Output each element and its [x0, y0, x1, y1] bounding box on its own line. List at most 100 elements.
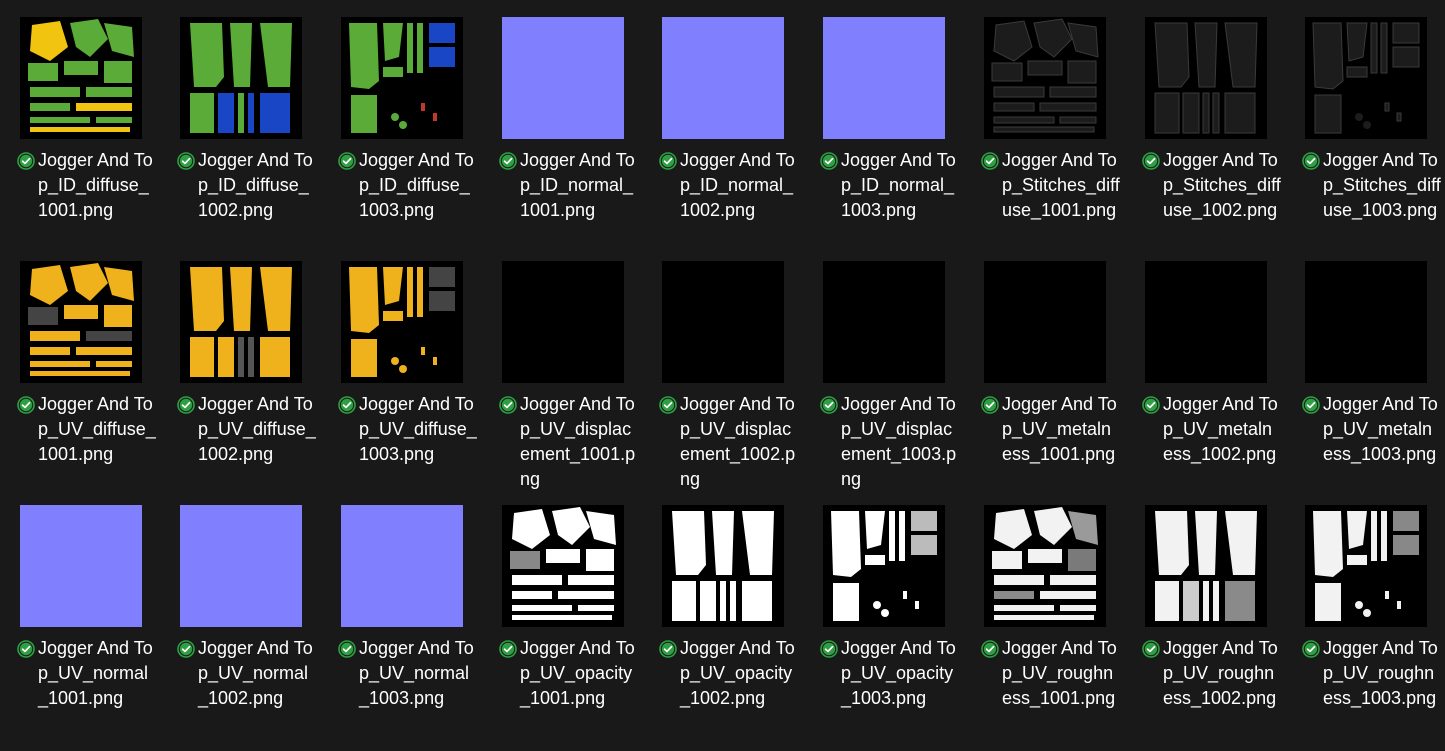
file-item[interactable]: Jogger And Top_ID_diffuse_1002.png [177, 17, 340, 257]
file-item[interactable]: Jogger And Top_UV_normal_1002.png [177, 505, 340, 745]
file-name-label: Jogger And Top_UV_metalness_1003.png [1323, 394, 1438, 464]
file-thumbnail[interactable] [1145, 505, 1267, 627]
sync-check-icon [17, 152, 35, 170]
sync-check-icon [177, 396, 195, 414]
thumbnail-graphic [984, 17, 1106, 139]
thumbnail-graphic [180, 505, 302, 627]
thumbnail-graphic [20, 505, 142, 627]
file-thumbnail[interactable] [662, 17, 784, 139]
sync-check-icon [820, 640, 838, 658]
file-thumbnail[interactable] [502, 505, 624, 627]
file-grid: Jogger And Top_ID_diffuse_1001.png Jogger… [0, 0, 1445, 751]
file-name-label: Jogger And Top_UV_roughness_1002.png [1163, 638, 1278, 708]
sync-check-icon [338, 640, 356, 658]
file-thumbnail[interactable] [823, 261, 945, 383]
file-thumbnail[interactable] [180, 261, 302, 383]
file-item[interactable]: Jogger And Top_UV_metalness_1003.png [1302, 261, 1445, 501]
file-thumbnail[interactable] [20, 261, 142, 383]
sync-check-icon [17, 640, 35, 658]
thumbnail-graphic [823, 17, 945, 139]
file-name-label: Jogger And Top_UV_diffuse_1002.png [198, 394, 316, 464]
file-item[interactable]: Jogger And Top_UV_displacement_1002.png [659, 261, 822, 501]
file-item[interactable]: Jogger And Top_ID_normal_1001.png [499, 17, 662, 257]
sync-check-icon [820, 152, 838, 170]
file-thumbnail[interactable] [1305, 505, 1427, 627]
file-thumbnail[interactable] [341, 261, 463, 383]
thumbnail-graphic [180, 261, 302, 383]
thumbnail-graphic [823, 261, 945, 383]
file-item[interactable]: Jogger And Top_ID_diffuse_1003.png [338, 17, 501, 257]
file-item[interactable]: Jogger And Top_UV_diffuse_1002.png [177, 261, 340, 501]
file-name-label: Jogger And Top_ID_diffuse_1001.png [38, 150, 153, 220]
file-thumbnail[interactable] [984, 17, 1106, 139]
file-thumbnail[interactable] [180, 17, 302, 139]
thumbnail-graphic [984, 261, 1106, 383]
file-item[interactable]: Jogger And Top_ID_diffuse_1001.png [17, 17, 180, 257]
file-thumbnail[interactable] [662, 261, 784, 383]
file-name-label: Jogger And Top_Stitches_diffuse_1002.png [1163, 150, 1281, 220]
file-name-label: Jogger And Top_UV_normal_1001.png [38, 638, 153, 708]
file-thumbnail[interactable] [180, 505, 302, 627]
sync-check-icon [1142, 152, 1160, 170]
file-item[interactable]: Jogger And Top_UV_metalness_1001.png [981, 261, 1144, 501]
sync-check-icon [499, 640, 517, 658]
thumbnail-graphic [20, 261, 142, 383]
file-name-label: Jogger And Top_UV_opacity_1002.png [680, 638, 795, 708]
file-item[interactable]: Jogger And Top_UV_roughness_1001.png [981, 505, 1144, 745]
file-thumbnail[interactable] [984, 261, 1106, 383]
file-thumbnail[interactable] [341, 17, 463, 139]
thumbnail-graphic [502, 505, 624, 627]
sync-check-icon [1302, 152, 1320, 170]
thumbnail-graphic [341, 261, 463, 383]
file-thumbnail[interactable] [662, 505, 784, 627]
sync-check-icon [659, 396, 677, 414]
file-name-label: Jogger And Top_UV_normal_1003.png [359, 638, 474, 708]
sync-check-icon [981, 152, 999, 170]
file-item[interactable]: Jogger And Top_UV_roughness_1002.png [1142, 505, 1305, 745]
file-item[interactable]: Jogger And Top_UV_diffuse_1003.png [338, 261, 501, 501]
file-thumbnail[interactable] [984, 505, 1106, 627]
file-name-label: Jogger And Top_UV_roughness_1003.png [1323, 638, 1438, 708]
file-thumbnail[interactable] [1305, 17, 1427, 139]
file-thumbnail[interactable] [20, 505, 142, 627]
file-item[interactable]: Jogger And Top_UV_normal_1001.png [17, 505, 180, 745]
file-item[interactable]: Jogger And Top_UV_opacity_1001.png [499, 505, 662, 745]
file-name-label: Jogger And Top_ID_diffuse_1003.png [359, 150, 474, 220]
file-name-label: Jogger And Top_UV_diffuse_1003.png [359, 394, 477, 464]
file-item[interactable]: Jogger And Top_UV_opacity_1002.png [659, 505, 822, 745]
file-item[interactable]: Jogger And Top_UV_roughness_1003.png [1302, 505, 1445, 745]
file-thumbnail[interactable] [1145, 261, 1267, 383]
file-name-label: Jogger And Top_UV_displacement_1001.png [520, 394, 636, 489]
file-name-label: Jogger And Top_UV_roughness_1001.png [1002, 638, 1117, 708]
file-item[interactable]: Jogger And Top_UV_diffuse_1001.png [17, 261, 180, 501]
sync-check-icon [1142, 396, 1160, 414]
file-item[interactable]: Jogger And Top_Stitches_diffuse_1001.png [981, 17, 1144, 257]
file-thumbnail[interactable] [823, 505, 945, 627]
file-item[interactable]: Jogger And Top_ID_normal_1002.png [659, 17, 822, 257]
thumbnail-graphic [662, 505, 784, 627]
file-thumbnail[interactable] [1145, 17, 1267, 139]
file-thumbnail[interactable] [502, 261, 624, 383]
sync-check-icon [1302, 640, 1320, 658]
file-thumbnail[interactable] [502, 17, 624, 139]
thumbnail-graphic [823, 505, 945, 627]
file-name-label: Jogger And Top_UV_diffuse_1001.png [38, 394, 156, 464]
sync-check-icon [177, 152, 195, 170]
file-item[interactable]: Jogger And Top_UV_displacement_1001.png [499, 261, 662, 501]
file-item[interactable]: Jogger And Top_Stitches_diffuse_1003.png [1302, 17, 1445, 257]
file-item[interactable]: Jogger And Top_Stitches_diffuse_1002.png [1142, 17, 1305, 257]
file-thumbnail[interactable] [341, 505, 463, 627]
sync-check-icon [17, 396, 35, 414]
file-item[interactable]: Jogger And Top_UV_metalness_1002.png [1142, 261, 1305, 501]
file-item[interactable]: Jogger And Top_UV_opacity_1003.png [820, 505, 983, 745]
sync-check-icon [820, 396, 838, 414]
file-item[interactable]: Jogger And Top_UV_displacement_1003.png [820, 261, 983, 501]
file-item[interactable]: Jogger And Top_UV_normal_1003.png [338, 505, 501, 745]
sync-check-icon [981, 396, 999, 414]
thumbnail-graphic [1305, 505, 1427, 627]
file-thumbnail[interactable] [1305, 261, 1427, 383]
file-thumbnail[interactable] [20, 17, 142, 139]
file-thumbnail[interactable] [823, 17, 945, 139]
thumbnail-graphic [502, 261, 624, 383]
file-item[interactable]: Jogger And Top_ID_normal_1003.png [820, 17, 983, 257]
